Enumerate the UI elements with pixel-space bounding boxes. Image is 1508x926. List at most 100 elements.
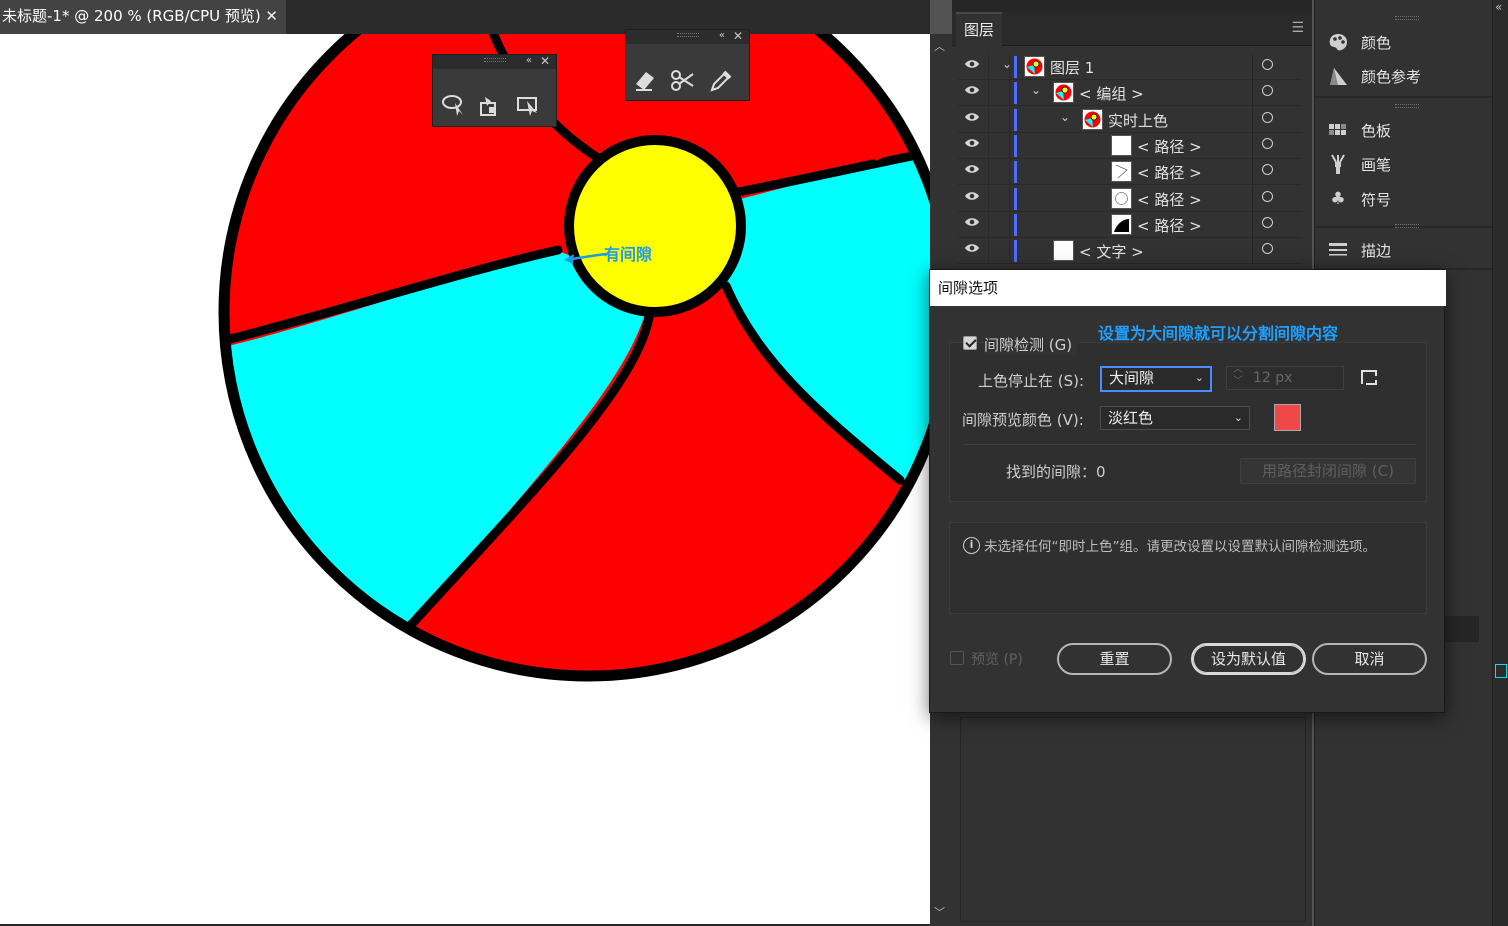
layer-row[interactable]: ⌄ 图层 1 bbox=[958, 54, 1302, 80]
dock-item-color[interactable]: 颜色 bbox=[1315, 26, 1493, 58]
stroke-lines-icon bbox=[1327, 239, 1349, 261]
scissors-icon[interactable] bbox=[668, 68, 698, 98]
lock-toggle[interactable] bbox=[988, 238, 1010, 265]
visibility-eye-icon[interactable] bbox=[964, 111, 980, 126]
live-paint-select-icon[interactable] bbox=[513, 93, 543, 123]
document-tab[interactable]: 未标题-1* @ 200 % (RGB/CPU 预览) ✕ bbox=[0, 0, 286, 34]
cancel-button[interactable]: 取消 bbox=[1312, 643, 1427, 675]
visibility-eye-icon[interactable] bbox=[964, 242, 980, 257]
artboard-canvas[interactable]: 有间隙 bbox=[0, 34, 930, 924]
layer-name[interactable]: 图层 1 bbox=[1050, 57, 1094, 78]
dock-item-symbols[interactable]: ♣ 符号 bbox=[1315, 183, 1493, 215]
gap-size-field[interactable]: ︿ ﹀ 12 px bbox=[1226, 364, 1344, 390]
stop-at-select[interactable]: 大间隙 ⌄ bbox=[1100, 366, 1212, 392]
chevron-down-icon[interactable]: ⌄ bbox=[1031, 83, 1041, 97]
chevron-down-icon[interactable]: ⌄ bbox=[1002, 57, 1012, 71]
target-circle-icon[interactable] bbox=[1262, 190, 1273, 202]
eyedropper-icon[interactable] bbox=[706, 68, 736, 98]
layer-row[interactable]: ⌄ 实时上色 bbox=[958, 106, 1302, 133]
visibility-eye-icon[interactable] bbox=[964, 190, 980, 205]
panel-grip-icon[interactable] bbox=[1395, 224, 1419, 228]
lock-toggle[interactable] bbox=[988, 159, 1010, 186]
panel-header[interactable]: « ✕ bbox=[433, 54, 556, 69]
layer-row[interactable]: < 路径 > bbox=[958, 159, 1302, 186]
target-circle-icon[interactable] bbox=[1262, 164, 1273, 176]
layer-name[interactable]: < 路径 > bbox=[1137, 162, 1202, 183]
visibility-eye-icon[interactable] bbox=[964, 84, 980, 99]
layer-name[interactable]: < 文字 > bbox=[1079, 241, 1144, 262]
eraser-tools-panel: « ✕ bbox=[625, 29, 750, 101]
chevron-down-icon[interactable]: ⌄ bbox=[1060, 110, 1070, 124]
preview-color-select[interactable]: 淡红色 ⌄ bbox=[1100, 406, 1250, 430]
close-gaps-button[interactable]: 用路径封闭间隙 (C) bbox=[1240, 458, 1416, 484]
visibility-eye-icon[interactable] bbox=[964, 137, 980, 152]
divider bbox=[1252, 80, 1253, 107]
gap-detection-label: 间隙检测 (G) bbox=[984, 334, 1079, 355]
layer-row[interactable]: < 路径 > bbox=[958, 185, 1302, 212]
layer-row[interactable]: < 文字 > bbox=[958, 238, 1302, 265]
reset-button[interactable]: 重置 bbox=[1057, 643, 1172, 675]
panel-grip-icon[interactable] bbox=[1395, 104, 1419, 108]
visibility-eye-icon[interactable] bbox=[964, 163, 980, 178]
layer-row[interactable]: ⌄ < 编组 > bbox=[958, 80, 1302, 107]
scroll-up-icon[interactable]: ︿ bbox=[934, 38, 945, 54]
collapse-icon[interactable]: « bbox=[1495, 0, 1502, 14]
layer-color-bar bbox=[1014, 240, 1017, 263]
layer-name[interactable]: < 路径 > bbox=[1137, 136, 1202, 157]
layers-dock-strip bbox=[952, 0, 1312, 12]
dock-item-color-guide[interactable]: 颜色参考 bbox=[1315, 60, 1493, 92]
close-icon[interactable]: ✕ bbox=[733, 29, 743, 43]
lock-toggle[interactable] bbox=[988, 80, 1010, 107]
layers-panel-header: 图层 ☰ bbox=[952, 12, 1312, 46]
dock-item-stroke[interactable]: 描边 bbox=[1315, 234, 1493, 266]
panel-menu-icon[interactable]: ☰ bbox=[1291, 20, 1304, 36]
lock-toggle[interactable] bbox=[988, 211, 1010, 238]
dock-item-brushes[interactable]: 画笔 bbox=[1315, 148, 1493, 180]
panel-grip-icon[interactable] bbox=[483, 58, 506, 62]
cyan-swatch-icon[interactable] bbox=[1495, 664, 1507, 678]
preview-checkbox[interactable] bbox=[950, 651, 964, 665]
live-paint-icon[interactable] bbox=[475, 93, 505, 123]
layer-row[interactable]: < 路径 > bbox=[958, 211, 1302, 238]
visibility-eye-icon[interactable] bbox=[964, 216, 980, 231]
tab-layers[interactable]: 图层 bbox=[956, 12, 1003, 46]
gap-detection-checkbox[interactable] bbox=[963, 336, 977, 350]
dock-item-label: 符号 bbox=[1361, 191, 1392, 209]
layer-name[interactable]: 实时上色 bbox=[1108, 110, 1168, 131]
close-tab-icon[interactable]: ✕ bbox=[265, 0, 278, 32]
scroll-down-icon[interactable]: ﹀ bbox=[934, 904, 945, 920]
layer-name[interactable]: < 路径 > bbox=[1137, 215, 1202, 236]
dock-item-label: 色板 bbox=[1361, 122, 1392, 140]
panel-grip-icon[interactable] bbox=[676, 33, 699, 37]
collapse-icon[interactable]: « bbox=[526, 55, 532, 66]
lock-toggle[interactable] bbox=[988, 185, 1010, 212]
yellow-center-circle bbox=[564, 135, 746, 317]
layer-name[interactable]: < 编组 > bbox=[1079, 83, 1144, 104]
close-icon[interactable]: ✕ bbox=[540, 54, 550, 68]
eraser-icon[interactable] bbox=[630, 68, 660, 98]
preview-color-swatch[interactable] bbox=[1274, 404, 1301, 431]
layer-color-bar bbox=[1014, 187, 1017, 210]
lasso-select-icon[interactable] bbox=[439, 93, 469, 123]
lock-toggle[interactable] bbox=[988, 106, 1010, 133]
target-circle-icon[interactable] bbox=[1262, 85, 1273, 97]
layer-name[interactable]: < 路径 > bbox=[1137, 189, 1202, 210]
target-circle-icon[interactable] bbox=[1262, 137, 1273, 149]
visibility-eye-icon[interactable] bbox=[964, 58, 980, 73]
dock-item-swatches[interactable]: 色板 bbox=[1315, 114, 1493, 146]
far-right-collapsed-dock: « bbox=[1492, 0, 1508, 926]
target-circle-icon[interactable] bbox=[1262, 59, 1273, 70]
stepper-icon[interactable]: ︿ ﹀ bbox=[1233, 364, 1243, 388]
collapse-icon[interactable]: « bbox=[719, 30, 725, 41]
layer-row[interactable]: < 路径 > bbox=[958, 132, 1302, 159]
layer-thumbnail bbox=[1111, 161, 1132, 183]
custom-gap-icon[interactable] bbox=[1360, 369, 1378, 387]
target-circle-icon[interactable] bbox=[1262, 216, 1273, 228]
panel-header[interactable]: « ✕ bbox=[626, 29, 749, 44]
target-circle-icon[interactable] bbox=[1262, 243, 1273, 255]
lock-toggle[interactable] bbox=[988, 132, 1010, 159]
set-default-button[interactable]: 设为默认值 bbox=[1191, 643, 1306, 675]
panel-grip-icon[interactable] bbox=[1395, 16, 1419, 20]
beach-ball-artwork[interactable]: 有间隙 bbox=[0, 34, 930, 924]
target-circle-icon[interactable] bbox=[1262, 111, 1273, 123]
